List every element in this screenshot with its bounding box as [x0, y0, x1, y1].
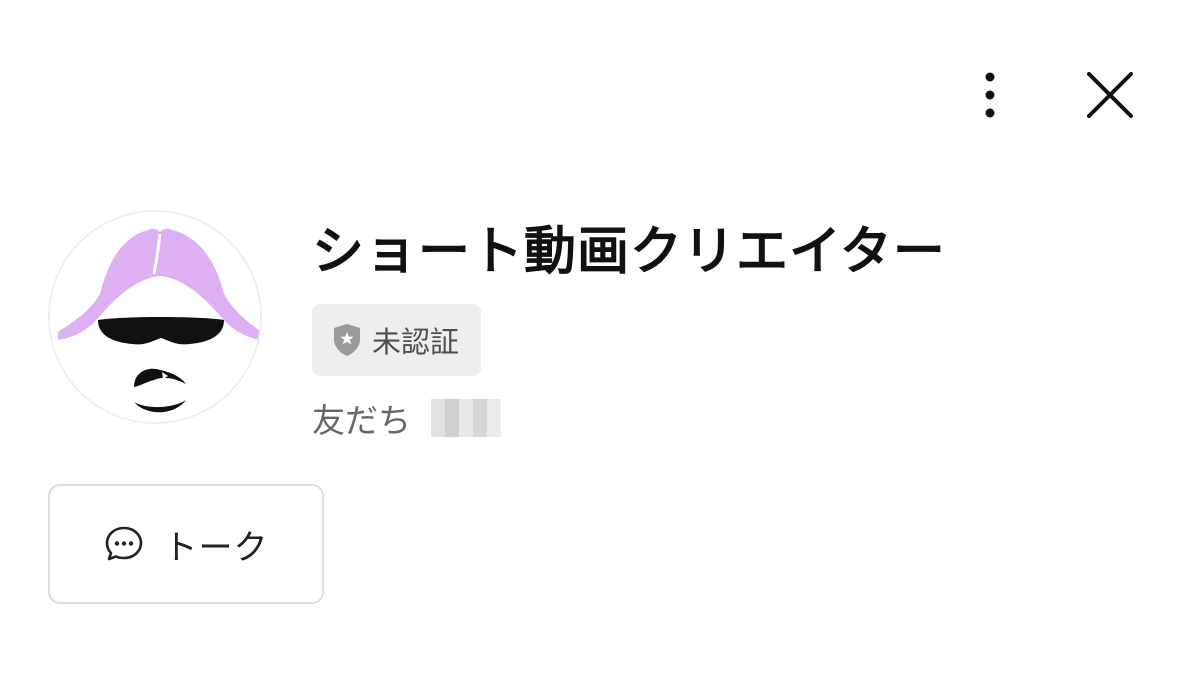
- friends-count-blurred: [431, 399, 501, 437]
- profile-info: ショート動画クリエイター 未認証 友だち: [312, 210, 946, 442]
- profile-name: ショート動画クリエイター: [312, 222, 946, 282]
- profile-section: ショート動画クリエイター 未認証 友だち: [48, 210, 946, 442]
- vertical-ellipsis-icon: [985, 72, 995, 118]
- avatar-image: [50, 212, 260, 422]
- speech-bubble-icon: [105, 526, 142, 561]
- header-actions: [961, 66, 1139, 124]
- verification-badge[interactable]: 未認証: [312, 304, 482, 376]
- close-icon: [1087, 72, 1133, 118]
- friends-row: 友だち: [312, 394, 946, 442]
- friends-label: 友だち: [312, 401, 411, 440]
- more-options-button[interactable]: [961, 66, 1019, 124]
- talk-button-label: トーク: [163, 527, 269, 568]
- close-button[interactable]: [1081, 66, 1139, 124]
- shield-star-icon: [334, 324, 360, 356]
- avatar[interactable]: [48, 210, 262, 424]
- talk-button[interactable]: トーク: [48, 484, 324, 604]
- verification-badge-label: 未認証: [372, 325, 460, 359]
